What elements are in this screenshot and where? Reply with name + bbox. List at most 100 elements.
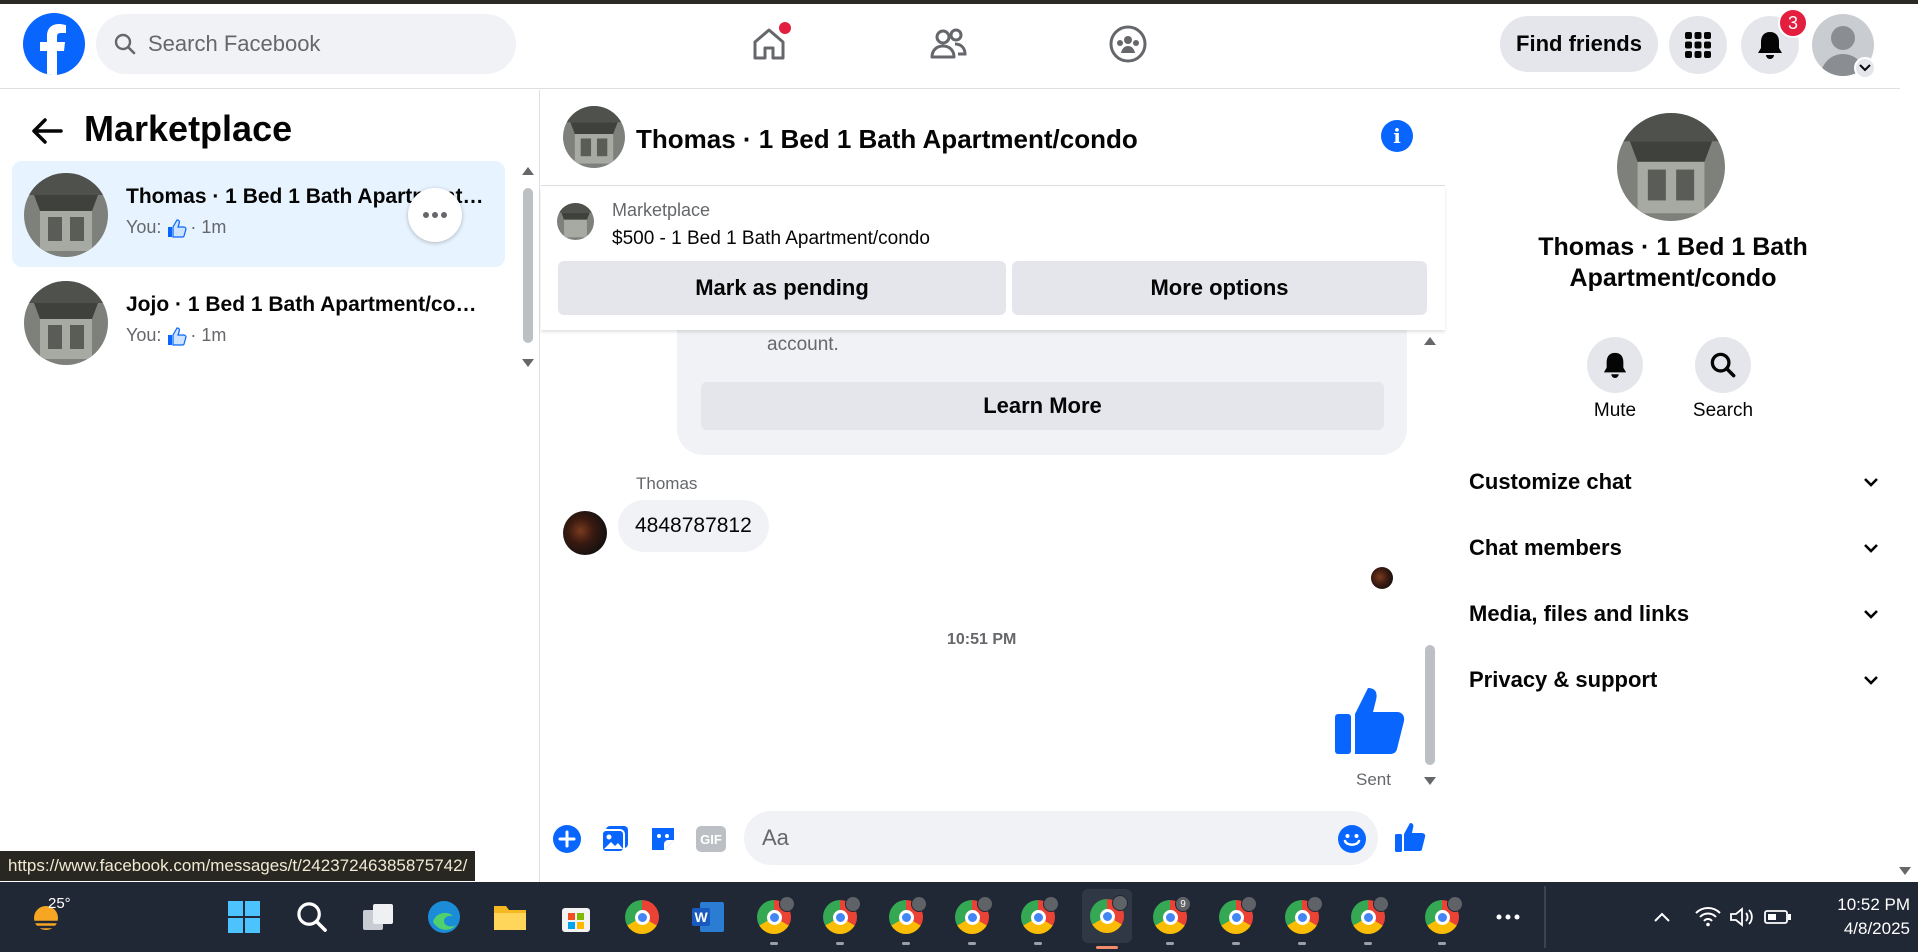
more-options-button[interactable]: More options [1012, 261, 1427, 315]
temperature-label: 25° [48, 895, 71, 912]
search-icon [1710, 352, 1736, 378]
chevron-up-icon[interactable] [1640, 895, 1684, 939]
svg-text:W: W [695, 909, 709, 925]
groups-icon [1108, 24, 1148, 64]
preview-prefix: You: [126, 325, 162, 345]
back-button[interactable] [24, 108, 70, 154]
photo-icon[interactable] [598, 822, 632, 856]
received-message-bubble[interactable]: 4848787812 [618, 500, 769, 552]
chrome-profile-icon[interactable] [818, 895, 862, 945]
more-horizontal-icon[interactable] [1486, 895, 1530, 939]
system-clock[interactable]: 10:52 PM 4/8/2025 [1790, 893, 1910, 941]
message-timestamp: 10:51 PM [947, 631, 1017, 648]
sender-avatar[interactable] [563, 511, 607, 555]
conversation-name: Jojo · 1 Bed 1 Bath Apartment/condo [126, 293, 486, 316]
clock-date: 4/8/2025 [1843, 919, 1910, 938]
chrome-profile-icon[interactable] [752, 895, 796, 945]
listing-source-label: Marketplace [612, 200, 711, 220]
search-in-conversation-button[interactable] [1695, 337, 1751, 393]
nav-friends-button[interactable] [920, 16, 976, 72]
preview-prefix: You: [126, 217, 162, 237]
facebook-search-input[interactable]: Search Facebook [96, 14, 516, 74]
chrome-icon[interactable] [620, 895, 664, 939]
menu-button[interactable] [1669, 16, 1727, 74]
chrome-profile-icon[interactable] [1420, 895, 1464, 945]
chevron-down-icon [1863, 609, 1879, 619]
page-scroll-down-arrow-icon[interactable] [1898, 866, 1912, 876]
marketplace-title: Marketplace [84, 108, 293, 149]
chevron-down-icon[interactable] [1854, 57, 1876, 79]
notification-count-badge: 3 [1778, 8, 1808, 38]
chrome-badge-count: 9 [1175, 896, 1191, 912]
nav-groups-button[interactable] [1100, 16, 1156, 72]
scroll-up-arrow-icon[interactable] [521, 166, 535, 176]
windows-start-icon[interactable] [222, 895, 266, 939]
conversation-time: · 1m [190, 325, 227, 345]
sent-thumbs-up-icon[interactable] [1330, 680, 1410, 760]
conversation-avatar [24, 281, 108, 365]
chat-title[interactable]: Thomas · 1 Bed 1 Bath Apartment/condo [636, 124, 1138, 155]
friends-icon [928, 24, 968, 64]
find-friends-button[interactable]: Find friends [1500, 16, 1658, 72]
search-placeholder: Search Facebook [148, 31, 321, 56]
thumbs-up-icon [167, 326, 187, 346]
learn-more-button[interactable]: Learn More [701, 382, 1384, 430]
conversation-item-jojo[interactable]: Jojo · 1 Bed 1 Bath Apartment/condo You:… [12, 269, 505, 375]
mark-as-pending-button[interactable]: Mark as pending [558, 261, 1006, 315]
chat-scroll-down-arrow-icon[interactable] [1423, 776, 1437, 786]
microsoft-store-icon[interactable] [554, 895, 598, 939]
listing-price-title[interactable]: $500 - 1 Bed 1 Bath Apartment/condo [612, 228, 930, 250]
chevron-down-icon [1863, 675, 1879, 685]
chrome-profile-icon[interactable] [1346, 895, 1390, 945]
search-label: Search [1692, 400, 1754, 421]
more-horizontal-icon [422, 211, 448, 219]
section-label: Privacy & support [1469, 667, 1658, 692]
word-icon[interactable]: W [686, 895, 730, 939]
send-thumbs-up-icon[interactable] [1393, 820, 1427, 854]
nav-home-button[interactable] [741, 16, 797, 72]
conversation-more-button[interactable] [408, 188, 462, 242]
bell-icon [1756, 30, 1784, 60]
grid-menu-icon [1684, 31, 1712, 59]
home-notification-dot [779, 22, 791, 34]
chat-members-section[interactable]: Chat members [1469, 528, 1879, 568]
scroll-down-arrow-icon[interactable] [521, 358, 535, 368]
chrome-profile-icon[interactable] [1214, 895, 1258, 945]
emoji-icon[interactable] [1335, 822, 1369, 856]
facebook-logo-icon[interactable] [23, 13, 85, 75]
plus-circle-icon[interactable] [550, 822, 584, 856]
file-explorer-icon[interactable] [488, 895, 532, 939]
bell-icon [1602, 351, 1628, 379]
chevron-down-icon [1863, 543, 1879, 553]
section-label: Chat members [1469, 535, 1622, 560]
info-icon[interactable]: i [1381, 120, 1413, 152]
chrome-active-window-icon[interactable] [1082, 889, 1132, 949]
listing-thumbnail[interactable] [557, 203, 594, 240]
sticker-icon[interactable] [646, 822, 680, 856]
customize-chat-section[interactable]: Customize chat [1469, 462, 1879, 502]
mute-button[interactable] [1587, 337, 1643, 393]
seen-indicator-avatar [1371, 567, 1393, 589]
info-message-text: account. [767, 334, 839, 355]
privacy-support-section[interactable]: Privacy & support [1469, 660, 1879, 700]
media-files-links-section[interactable]: Media, files and links [1469, 594, 1879, 634]
edge-browser-icon[interactable] [422, 895, 466, 939]
message-input-placeholder: Aa [762, 825, 789, 850]
sent-status-label: Sent [1356, 770, 1391, 789]
chrome-profile-icon[interactable] [1016, 895, 1060, 945]
chrome-profile-icon[interactable] [884, 895, 928, 945]
chrome-profile-icon[interactable]: 9 [1148, 895, 1192, 945]
details-avatar[interactable] [1617, 113, 1725, 221]
chrome-profile-icon[interactable] [950, 895, 994, 945]
chrome-profile-icon[interactable] [1280, 895, 1324, 945]
chat-avatar[interactable] [563, 106, 625, 168]
chat-scroll-up-arrow-icon[interactable] [1423, 336, 1437, 346]
conversation-list-scrollbar[interactable] [523, 188, 533, 343]
task-view-icon[interactable] [356, 895, 400, 939]
chat-scrollbar[interactable] [1425, 645, 1435, 765]
mute-label: Mute [1593, 400, 1637, 421]
gif-icon[interactable]: GIF [694, 822, 728, 856]
taskbar-search-icon[interactable] [290, 895, 334, 939]
link-status-url: https://www.facebook.com/messages/t/2423… [0, 851, 476, 881]
message-input[interactable]: Aa [744, 811, 1378, 865]
